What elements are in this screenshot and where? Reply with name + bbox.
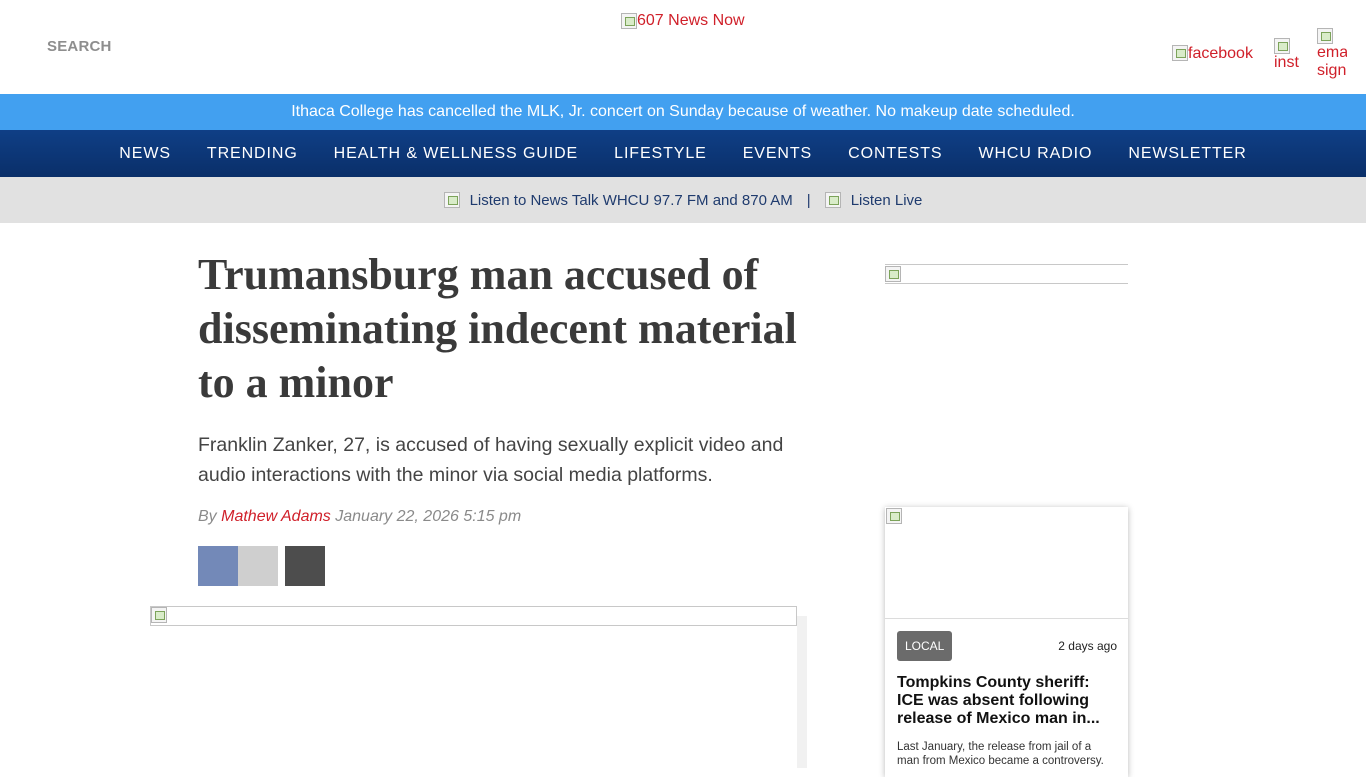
facebook-icon <box>1172 45 1188 61</box>
nav-item-events[interactable]: EVENTS <box>743 145 812 163</box>
listen-station-link[interactable]: Listen to News Talk WHCU 97.7 FM and 870… <box>443 191 793 209</box>
nav-item-news[interactable]: NEWS <box>119 145 171 163</box>
main-nav: NEWS TRENDING HEALTH & WELLNESS GUIDE LI… <box>0 130 1366 177</box>
share-twitter-button[interactable] <box>238 546 278 586</box>
listen-live-link[interactable]: Listen Live <box>824 191 923 209</box>
broken-image-icon <box>151 607 167 623</box>
facebook-link[interactable]: facebook <box>1172 45 1253 63</box>
broken-image-icon <box>885 266 901 282</box>
broken-image-icon <box>621 13 637 29</box>
author-link[interactable]: Mathew Adams <box>221 508 331 525</box>
instagram-icon <box>1274 38 1290 54</box>
nav-item-health-wellness-guide[interactable]: HEALTH & WELLNESS GUIDE <box>334 145 578 163</box>
alert-text[interactable]: Ithaca College has cancelled the MLK, Jr… <box>291 103 1075 120</box>
nav-item-whcu-radio[interactable]: WHCU RADIO <box>978 145 1092 163</box>
nav-item-newsletter[interactable]: NEWSLETTER <box>1128 145 1246 163</box>
hero-image-edge <box>797 616 807 768</box>
search-link[interactable]: SEARCH <box>47 38 112 55</box>
broken-image-icon <box>886 508 902 524</box>
listen-bar: Listen to News Talk WHCU 97.7 FM and 870… <box>0 177 1366 223</box>
card-timestamp: 2 days ago <box>1058 639 1117 653</box>
listen-live-text: Listen Live <box>850 191 923 209</box>
facebook-alt-text: facebook <box>1188 45 1253 62</box>
nav-item-contests[interactable]: CONTESTS <box>848 145 942 163</box>
email-alt-text-line2: sign <box>1317 62 1347 79</box>
share-buttons <box>198 546 808 586</box>
card-image[interactable] <box>885 507 1128 619</box>
card-title[interactable]: Tompkins County sheriff: ICE was absent … <box>885 661 1128 728</box>
instagram-link[interactable]: inst <box>1274 38 1300 72</box>
card-meta: LOCAL 2 days ago <box>885 619 1128 661</box>
alert-banner[interactable]: Ithaca College has cancelled the MLK, Jr… <box>0 94 1366 130</box>
article-dek: Franklin Zanker, 27, is accused of havin… <box>198 434 784 486</box>
share-facebook-button[interactable] <box>198 546 238 586</box>
article: Trumansburg man accused of disseminating… <box>198 248 808 586</box>
article-date: January 22, 2026 5:15 pm <box>335 508 522 525</box>
radio-icon <box>443 192 460 208</box>
listen-separator: | <box>806 191 811 209</box>
site-logo[interactable]: 607 News Now <box>621 12 745 30</box>
related-story-card[interactable]: LOCAL 2 days ago Tompkins County sheriff… <box>885 507 1128 777</box>
article-hero-image <box>150 606 797 626</box>
listen-station-text: Listen to News Talk WHCU 97.7 FM and 870… <box>469 191 793 209</box>
email-alt-text-line1: ema <box>1317 44 1347 61</box>
email-signup-link[interactable]: ema sign <box>1317 28 1347 80</box>
instagram-alt-text: inst <box>1274 54 1299 71</box>
play-icon <box>824 192 841 208</box>
article-byline: By Mathew Adams January 22, 2026 5:15 pm <box>198 508 808 526</box>
share-email-button[interactable] <box>285 546 325 586</box>
category-badge[interactable]: LOCAL <box>897 631 953 661</box>
nav-item-lifestyle[interactable]: LIFESTYLE <box>614 145 707 163</box>
nav-item-trending[interactable]: TRENDING <box>207 145 298 163</box>
logo-alt-text: 607 News Now <box>637 12 745 29</box>
email-icon <box>1317 28 1333 44</box>
byline-prefix: By <box>198 508 217 525</box>
sidebar-ad-image[interactable] <box>885 264 1128 284</box>
card-excerpt: Last January, the release from jail of a… <box>897 741 1104 767</box>
site-header: SEARCH 607 News Now facebook inst ema si… <box>0 0 1366 94</box>
article-headline: Trumansburg man accused of disseminating… <box>198 250 797 407</box>
